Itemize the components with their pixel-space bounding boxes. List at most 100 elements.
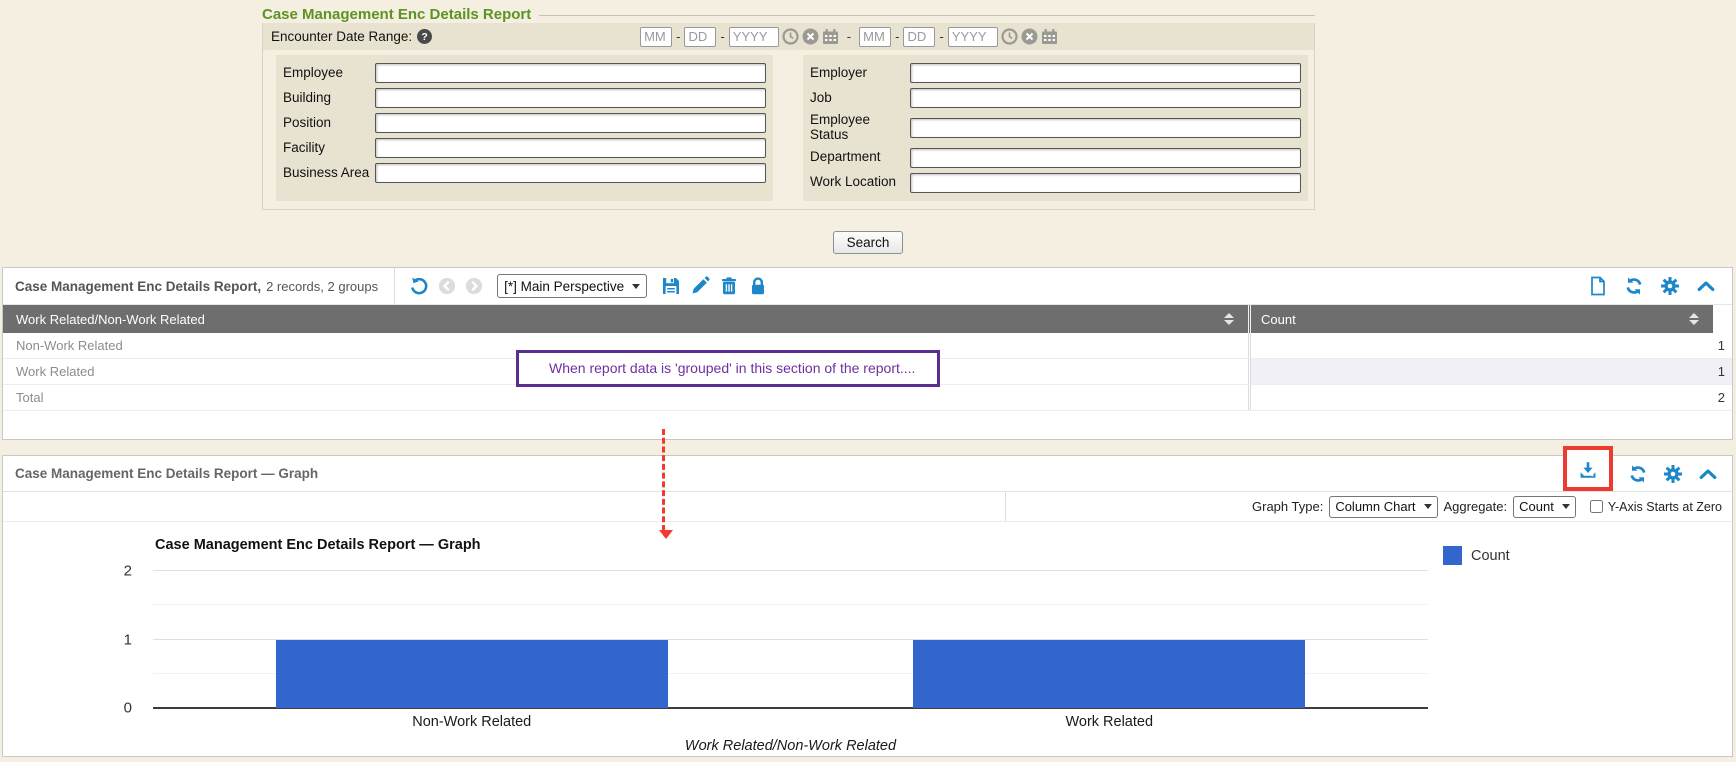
- clock-icon[interactable]: [1001, 28, 1018, 45]
- legend-swatch: [1443, 546, 1462, 565]
- clear-date-icon[interactable]: [802, 28, 819, 45]
- graph-type-select[interactable]: Column Chart: [1329, 496, 1437, 518]
- column-header-label: Work Related/Non-Work Related: [16, 312, 205, 327]
- chart-y-axis-labels: 012: [98, 571, 140, 708]
- graph-type-label: Graph Type:: [1252, 499, 1323, 514]
- column-header-label: Count: [1261, 312, 1296, 327]
- chart-x-axis-title: Work Related/Non-Work Related: [153, 738, 1428, 754]
- chart-region: Case Management Enc Details Report — Gra…: [3, 522, 1732, 755]
- chart-bar: [913, 640, 1305, 709]
- chart-legend: Count: [1443, 546, 1510, 565]
- date-from-day-input[interactable]: [684, 27, 716, 47]
- date-range-label: Encounter Date Range:: [271, 29, 412, 44]
- chart-category-label: Work Related: [791, 714, 1429, 730]
- chart-y-tick-label: 2: [124, 563, 132, 580]
- controls-divider: [1005, 492, 1006, 521]
- save-perspective-icon[interactable]: [661, 276, 681, 296]
- report-title: Case Management Enc Details Report,: [15, 279, 261, 294]
- date-range-row: Encounter Date Range: ? - - - -: [263, 23, 1314, 50]
- date-to-year-input[interactable]: [948, 27, 998, 47]
- date-separator: -: [938, 29, 944, 44]
- date-to-day-input[interactable]: [903, 27, 935, 47]
- collapse-section-icon[interactable]: [1696, 276, 1716, 296]
- undo-icon[interactable]: [409, 276, 429, 296]
- graph-type-value: Column Chart: [1335, 499, 1415, 514]
- perspective-select[interactable]: [*] Main Perspective: [497, 274, 647, 298]
- chevron-down-icon: [1424, 504, 1432, 509]
- table-row-total[interactable]: Total 2: [3, 385, 1732, 411]
- chart-category-label: Non-Work Related: [153, 714, 791, 730]
- employer-field[interactable]: [910, 63, 1301, 83]
- lock-icon[interactable]: [748, 276, 768, 296]
- download-icon[interactable]: [1578, 460, 1598, 480]
- annotation-arrow: [662, 429, 665, 531]
- search-button[interactable]: Search: [833, 231, 904, 254]
- graph-controls-row: Graph Type: Column Chart Aggregate: Coun…: [3, 492, 1732, 522]
- work-location-field[interactable]: [910, 173, 1301, 193]
- chevron-down-icon: [1562, 504, 1570, 509]
- yaxis-zero-checkbox[interactable]: [1590, 500, 1603, 513]
- search-button-row: Search: [0, 231, 1736, 254]
- date-from-month-input[interactable]: [640, 27, 672, 47]
- business-area-field[interactable]: [375, 163, 766, 183]
- field-label: Department: [810, 150, 910, 165]
- field-label: Employer: [810, 66, 910, 81]
- chart-title: Case Management Enc Details Report — Gra…: [155, 537, 481, 553]
- column-header-group[interactable]: Work Related/Non-Work Related: [3, 312, 1248, 327]
- range-separator: -: [842, 29, 856, 44]
- sort-icon[interactable]: [1689, 313, 1699, 325]
- column-header-count[interactable]: Count: [1251, 312, 1713, 327]
- arrow-head-icon: [659, 530, 673, 539]
- search-form-panel: Case Management Enc Details Report Encou…: [262, 6, 1315, 210]
- chevron-down-icon: [632, 284, 640, 289]
- position-field[interactable]: [375, 113, 766, 133]
- gear-icon[interactable]: [1663, 464, 1683, 484]
- row-count: 1: [1251, 333, 1732, 358]
- employee-field[interactable]: [375, 63, 766, 83]
- clear-date-icon[interactable]: [1021, 28, 1038, 45]
- form-legend: Case Management Enc Details Report: [262, 6, 539, 23]
- date-separator: -: [894, 29, 900, 44]
- refresh-icon[interactable]: [1624, 276, 1644, 296]
- field-label: Employee: [283, 66, 375, 81]
- field-label: Building: [283, 91, 375, 106]
- collapse-section-icon[interactable]: [1698, 464, 1718, 484]
- job-field[interactable]: [910, 88, 1301, 108]
- employee-status-field[interactable]: [910, 118, 1301, 138]
- row-count: 1: [1251, 359, 1732, 384]
- refresh-icon[interactable]: [1628, 464, 1648, 484]
- download-highlight-box: [1563, 446, 1613, 491]
- form-legend-row: Case Management Enc Details Report: [262, 6, 1315, 23]
- aggregate-select[interactable]: Count: [1513, 496, 1576, 518]
- department-field[interactable]: [910, 148, 1301, 168]
- field-label: Position: [283, 116, 375, 131]
- date-to-month-input[interactable]: [859, 27, 891, 47]
- report-record-count: 2 records, 2 groups: [266, 279, 378, 294]
- field-label: Work Location: [810, 175, 910, 190]
- building-field[interactable]: [375, 88, 766, 108]
- calendar-icon[interactable]: [1041, 28, 1058, 45]
- chart-plot: [153, 571, 1428, 708]
- delete-perspective-icon[interactable]: [719, 276, 739, 296]
- row-count: 2: [1251, 385, 1732, 410]
- next-icon[interactable]: [465, 277, 483, 295]
- help-icon[interactable]: ?: [417, 29, 432, 44]
- field-label: Job: [810, 91, 910, 106]
- yaxis-zero-label: Y-Axis Starts at Zero: [1608, 500, 1722, 514]
- date-from-year-input[interactable]: [729, 27, 779, 47]
- gear-icon[interactable]: [1660, 276, 1680, 296]
- export-document-icon[interactable]: [1588, 276, 1608, 296]
- graph-panel-actions: [1563, 463, 1718, 484]
- sort-icon[interactable]: [1224, 313, 1234, 325]
- edit-perspective-icon[interactable]: [690, 276, 710, 296]
- graph-titlebar: Case Management Enc Details Report — Gra…: [3, 456, 1732, 492]
- facility-field[interactable]: [375, 138, 766, 158]
- perspective-controls: [*] Main Perspective: [409, 274, 768, 298]
- chart-gridline: [153, 570, 1428, 571]
- calendar-icon[interactable]: [822, 28, 839, 45]
- clock-icon[interactable]: [782, 28, 799, 45]
- previous-icon[interactable]: [438, 277, 456, 295]
- form-fields: Employee Building Position Facility Busi…: [263, 55, 1314, 201]
- field-label: Facility: [283, 141, 375, 156]
- form-fieldset: Encounter Date Range: ? - - - -: [262, 23, 1315, 210]
